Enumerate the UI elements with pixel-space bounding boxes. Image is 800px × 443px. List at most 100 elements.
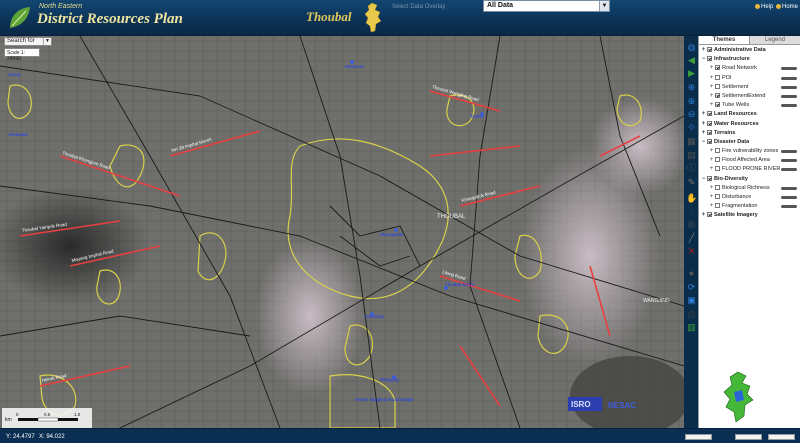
- opacity-slider[interactable]: [781, 85, 797, 89]
- opacity-slider[interactable]: [781, 186, 797, 190]
- zoom-in-icon[interactable]: ⊕: [686, 96, 697, 106]
- layer-checkbox[interactable]: [707, 129, 712, 135]
- data-overlay-select[interactable]: All Data ▼: [483, 0, 610, 12]
- home-link[interactable]: Home: [776, 4, 798, 10]
- export-icon[interactable]: ▥: [686, 322, 697, 332]
- hand-icon[interactable]: ✋: [686, 193, 697, 203]
- expand-icon[interactable]: +: [701, 120, 706, 129]
- expand-icon[interactable]: +: [709, 64, 714, 73]
- pan-icon[interactable]: ✥: [686, 122, 697, 132]
- layer-item[interactable]: + Settlement: [699, 83, 800, 92]
- arrow-left-icon[interactable]: ◀: [686, 55, 697, 65]
- layer-checkbox[interactable]: [715, 92, 720, 98]
- grid-icon[interactable]: ▦: [686, 136, 697, 146]
- layer-checkbox[interactable]: [707, 138, 712, 144]
- measure-icon[interactable]: ✎: [686, 177, 697, 187]
- collapse-icon[interactable]: −: [701, 138, 706, 147]
- expand-icon[interactable]: +: [701, 46, 706, 55]
- layer-group[interactable]: + Terrains: [699, 129, 800, 138]
- expand-icon[interactable]: +: [709, 74, 714, 83]
- opacity-slider[interactable]: [781, 205, 797, 209]
- layer-group[interactable]: + Water Resources: [699, 120, 800, 129]
- buffer-icon[interactable]: ◎: [686, 219, 697, 229]
- collapse-icon[interactable]: −: [701, 175, 706, 184]
- expand-icon[interactable]: +: [709, 92, 714, 101]
- map-canvas[interactable]: Thoubal Khongjom Road Thoubal Yairipok R…: [0, 36, 684, 428]
- collapse-icon[interactable]: −: [701, 55, 706, 64]
- layer-checkbox[interactable]: [715, 203, 720, 209]
- sphere-icon[interactable]: ●: [686, 268, 697, 278]
- layer-item[interactable]: + Road Network: [699, 64, 800, 73]
- expand-icon[interactable]: +: [709, 184, 714, 193]
- refresh-icon[interactable]: ⟳: [686, 282, 697, 292]
- layer-group[interactable]: + Land Resources: [699, 110, 800, 119]
- search-for-dropdown[interactable]: Search for ▼: [4, 37, 52, 46]
- tab-themes[interactable]: Themes: [699, 36, 750, 44]
- opacity-slider[interactable]: [781, 168, 797, 172]
- expand-icon[interactable]: +: [709, 202, 714, 211]
- opacity-slider[interactable]: [781, 150, 797, 154]
- overview-icon[interactable]: ▣: [686, 295, 697, 305]
- print-icon[interactable]: ⎙: [686, 309, 697, 319]
- layer-checkbox[interactable]: [707, 120, 712, 126]
- layer-checkbox[interactable]: [715, 102, 720, 108]
- satellite-map[interactable]: Thoubal Khongjom Road Thoubal Yairipok R…: [0, 36, 684, 428]
- layer-group[interactable]: − Infrastructure: [699, 55, 800, 64]
- layer-item[interactable]: + Fire vulnerability zones: [699, 147, 800, 156]
- layer-checkbox[interactable]: [715, 148, 720, 154]
- expand-icon[interactable]: +: [701, 110, 706, 119]
- expand-icon[interactable]: +: [701, 129, 706, 138]
- opacity-slider[interactable]: [781, 67, 797, 71]
- tab-legend[interactable]: Legend: [750, 36, 800, 44]
- layer-item[interactable]: + Disturbance: [699, 193, 800, 202]
- layer-group[interactable]: − Disaster Data: [699, 138, 800, 147]
- zoom-extent-icon[interactable]: ⊕: [686, 82, 697, 92]
- layer-checkbox[interactable]: [715, 184, 720, 190]
- arrow-right-icon[interactable]: ▶: [686, 68, 697, 78]
- select-icon[interactable]: ◌: [686, 206, 697, 216]
- line-icon[interactable]: ╱: [686, 233, 697, 243]
- layer-item[interactable]: + Tube Wells: [699, 101, 800, 110]
- layer-checkbox[interactable]: [715, 65, 720, 71]
- layer-item[interactable]: + SettlementExtend: [699, 92, 800, 101]
- zoom-out-icon[interactable]: ⊖: [686, 109, 697, 119]
- opacity-slider[interactable]: [781, 104, 797, 108]
- expand-icon[interactable]: +: [709, 156, 714, 165]
- layer-checkbox[interactable]: [715, 83, 720, 89]
- layer-checkbox[interactable]: [715, 166, 720, 172]
- layer-item[interactable]: + Flood Affected Area: [699, 156, 800, 165]
- expand-icon[interactable]: +: [709, 165, 714, 174]
- identify-icon[interactable]: ⓘ: [686, 163, 697, 173]
- layer-checkbox[interactable]: [707, 175, 712, 181]
- opacity-slider[interactable]: [781, 196, 797, 199]
- opacity-slider[interactable]: [781, 76, 797, 80]
- layer-checkbox[interactable]: [707, 212, 712, 218]
- opacity-slider[interactable]: [781, 94, 797, 98]
- layer-checkbox[interactable]: [715, 194, 720, 200]
- layer-item[interactable]: + Fragmentation: [699, 202, 800, 211]
- layer-checkbox[interactable]: [707, 56, 712, 62]
- layer-checkbox[interactable]: [707, 47, 712, 53]
- layer-checkbox[interactable]: [715, 157, 720, 163]
- expand-icon[interactable]: +: [709, 193, 714, 202]
- chevron-down-icon[interactable]: ▼: [43, 38, 51, 45]
- help-link[interactable]: Help: [755, 4, 773, 10]
- layers-icon[interactable]: ▤: [686, 150, 697, 160]
- layer-group[interactable]: + Administrative Data: [699, 46, 800, 55]
- expand-icon[interactable]: +: [709, 147, 714, 156]
- layer-checkbox[interactable]: [707, 111, 712, 117]
- clear-icon[interactable]: ✕: [686, 246, 697, 256]
- expand-icon[interactable]: +: [701, 211, 706, 220]
- layer-group[interactable]: + Satellite Imagery: [699, 211, 800, 220]
- opacity-slider[interactable]: [781, 159, 797, 163]
- district-minimap[interactable]: [720, 370, 764, 426]
- expand-icon[interactable]: +: [709, 101, 714, 110]
- layer-item[interactable]: + POI: [699, 74, 800, 83]
- layer-checkbox[interactable]: [715, 74, 720, 80]
- chevron-down-icon[interactable]: ▼: [599, 1, 609, 11]
- expand-icon[interactable]: +: [709, 83, 714, 92]
- scale-input[interactable]: Scale 1: 34990: [4, 48, 40, 62]
- layer-item[interactable]: + FLOOD PRONE RIVER: [699, 165, 800, 174]
- layer-item[interactable]: + Biological Richness: [699, 184, 800, 193]
- globe-icon[interactable]: ◍: [686, 42, 697, 52]
